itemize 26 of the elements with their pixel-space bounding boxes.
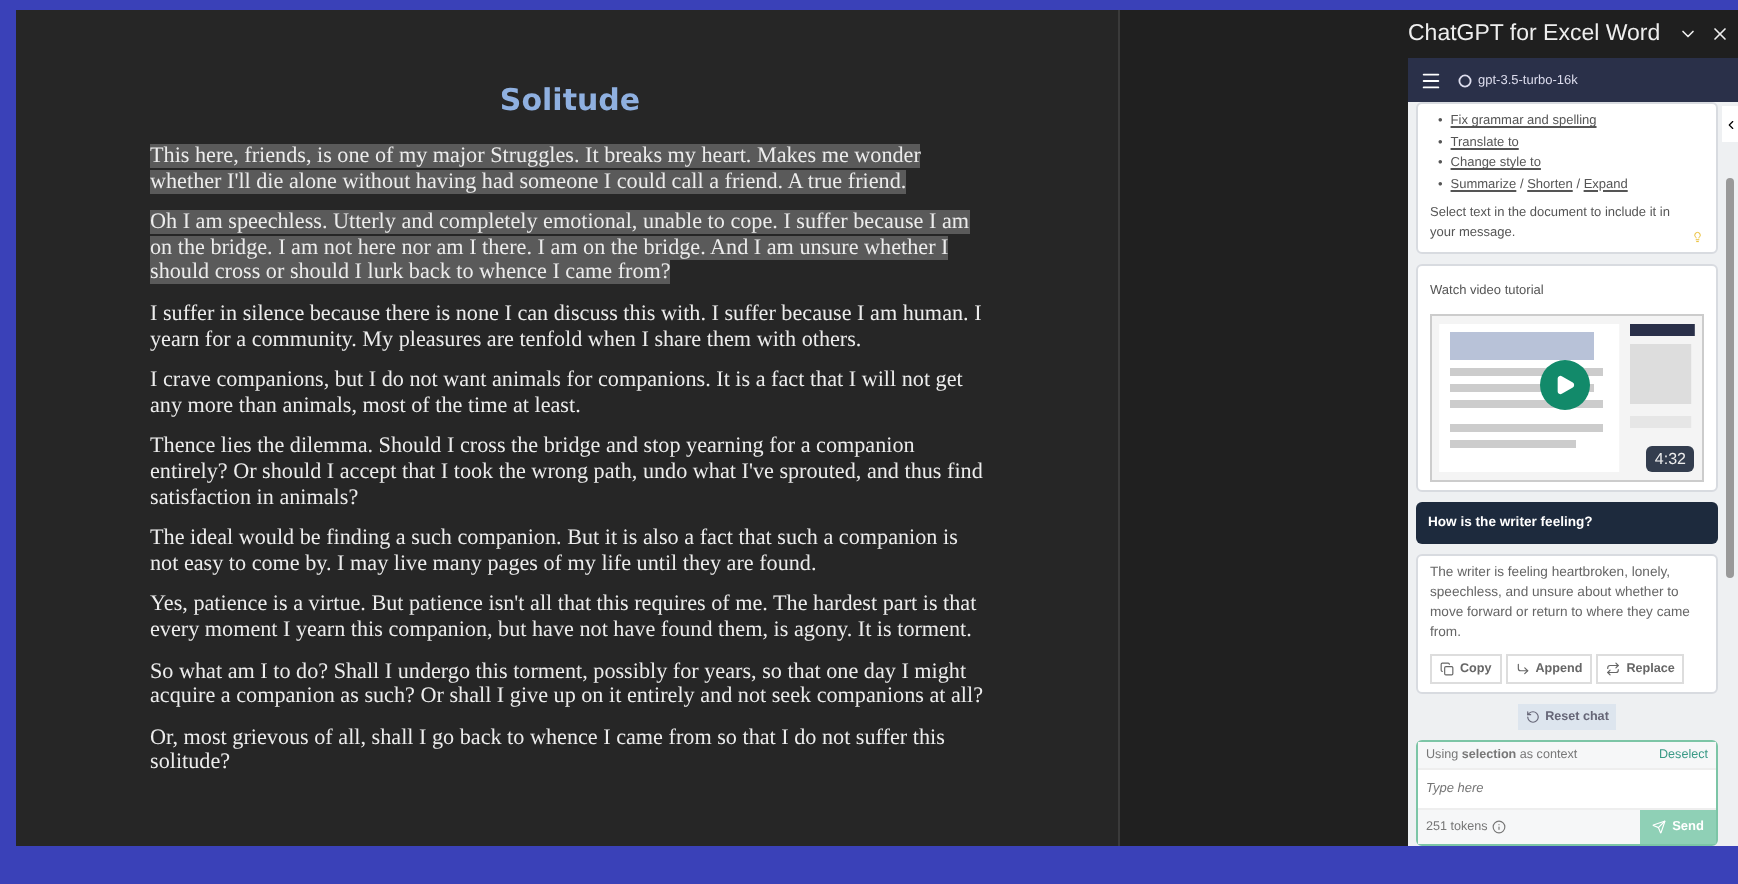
paragraph: The ideal would be finding a such companion. But it is also a fact that such a companion is not easy to come by. I may live many pages of my life until they are found.: [150, 526, 960, 577]
paragraph: Thence lies the dilemma. Should I cross the bridge and stop yearning for a companion entirely? Or should I accept that I took the wrong path, undo what I've sprouted, and thus find satisfaction in animals?: [150, 434, 985, 511]
circle-icon: [1458, 73, 1472, 87]
paragraph: Yes, patience is a virtue. But patience isn't all that this requires of me. The hardest part is that every moment I yearn this companion, but have not have found them, is agony. It is torment.: [150, 592, 979, 643]
paragraph: I crave companions, but I do not want animals for companions. It is a fact that I will not get any more than animals, most of the time at least.: [150, 368, 965, 419]
paragraph: This here, friends, is one of my major Struggles. It breaks my heart. Makes me wonder whether I'll die alone without having had someone I could call a friend. A true friend.: [150, 144, 923, 195]
info-icon[interactable]: [1491, 820, 1506, 834]
replace-icon: [1606, 662, 1621, 676]
play-icon: [1554, 374, 1576, 396]
panel-title: ChatGPT for Excel Word: [1408, 22, 1663, 46]
lightbulb-icon: [1692, 230, 1704, 244]
chevron-left-icon: [1723, 117, 1737, 131]
reset-icon: [1525, 710, 1540, 724]
paragraph: Oh I am speechless. Utterly and completely emotional, unable to cope. I suffer because I am on the bridge. I am not here nor am I there. I am on the bridge. And I am unsure whether I should cross or should I lurk back to whence I came from?: [150, 210, 972, 286]
scrollbar[interactable]: [1726, 178, 1734, 578]
paragraph: I suffer in silence because there is none I can discuss this with. I suffer because I am human. I yearn for a community. My pleasures are tenfold when I share them with others.: [150, 301, 984, 353]
collapse-button[interactable]: [1722, 106, 1738, 142]
document-title: Solitude: [497, 82, 643, 118]
copy-icon: [1440, 662, 1454, 676]
paragraph: Or, most grievous of all, shall I go back to whence I came from so that I do not suffer this solitude?: [150, 725, 947, 776]
menu-icon[interactable]: [1420, 69, 1442, 91]
paragraph: So what am I to do? Shall I undergo this torment, possibly for years, so that one day I might acquire a companion as such? Or shall I give up on it entirely and not seek companions at all?: [150, 659, 986, 710]
append-icon: [1515, 662, 1530, 676]
video-duration: 4:32: [1646, 446, 1694, 472]
send-icon: [1652, 820, 1667, 834]
close-icon[interactable]: [1710, 24, 1730, 44]
